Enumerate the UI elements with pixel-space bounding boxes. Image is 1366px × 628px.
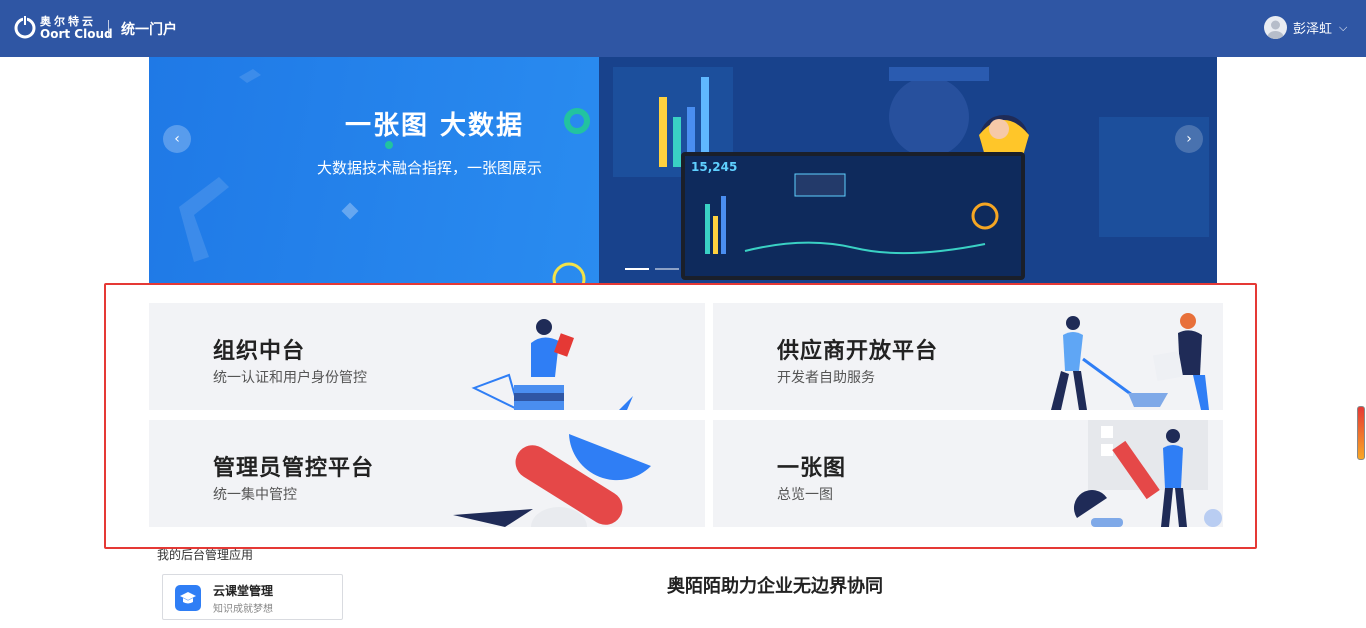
header-divider [108,20,109,38]
carousel-prev-button[interactable]: ‹ [163,125,191,153]
logo-text-en: Oort Cloud [40,27,113,41]
user-menu[interactable]: 彭泽虹 ⌵ [1264,16,1347,39]
oort-cloud-logo[interactable]: 奥尔特云 Oort Cloud [14,14,113,42]
banner-subtitle: 大数据技术融合指挥，一张图展示 [317,159,543,177]
logo-icon [14,14,36,42]
chevron-down-icon: ⌵ [1339,20,1348,34]
graduation-cap-icon [175,585,201,611]
top-header: 奥尔特云 Oort Cloud 统一门户 彭泽虹 ⌵ [0,0,1366,57]
carousel-next-button[interactable]: › [1175,125,1203,153]
portal-title: 统一门户 [121,22,177,38]
monitor-screen: 15,245 [681,152,1025,280]
banner-carousel[interactable]: 15,245 一张图 大数据 大数据技术融合指挥，一张图展示 ‹ › [149,57,1217,283]
banner-title: 一张图 大数据 [345,111,525,141]
my-apps-heading: 我的后台管理应用 [157,548,254,562]
app-name: 云课堂管理 [213,584,274,598]
scrollbar-indicator[interactable] [1357,406,1365,460]
highlight-frame [104,283,1257,549]
app-description: 知识成就梦想 [213,604,273,615]
carousel-indicator-active[interactable] [625,268,649,270]
slogan: 奥陌陌助力企业无边界协同 [667,576,883,597]
avatar [1264,16,1287,39]
carousel-indicator[interactable] [655,268,679,270]
app-card-cloud-classroom[interactable]: 云课堂管理 知识成就梦想 [162,574,343,620]
user-name: 彭泽虹 [1293,22,1333,37]
